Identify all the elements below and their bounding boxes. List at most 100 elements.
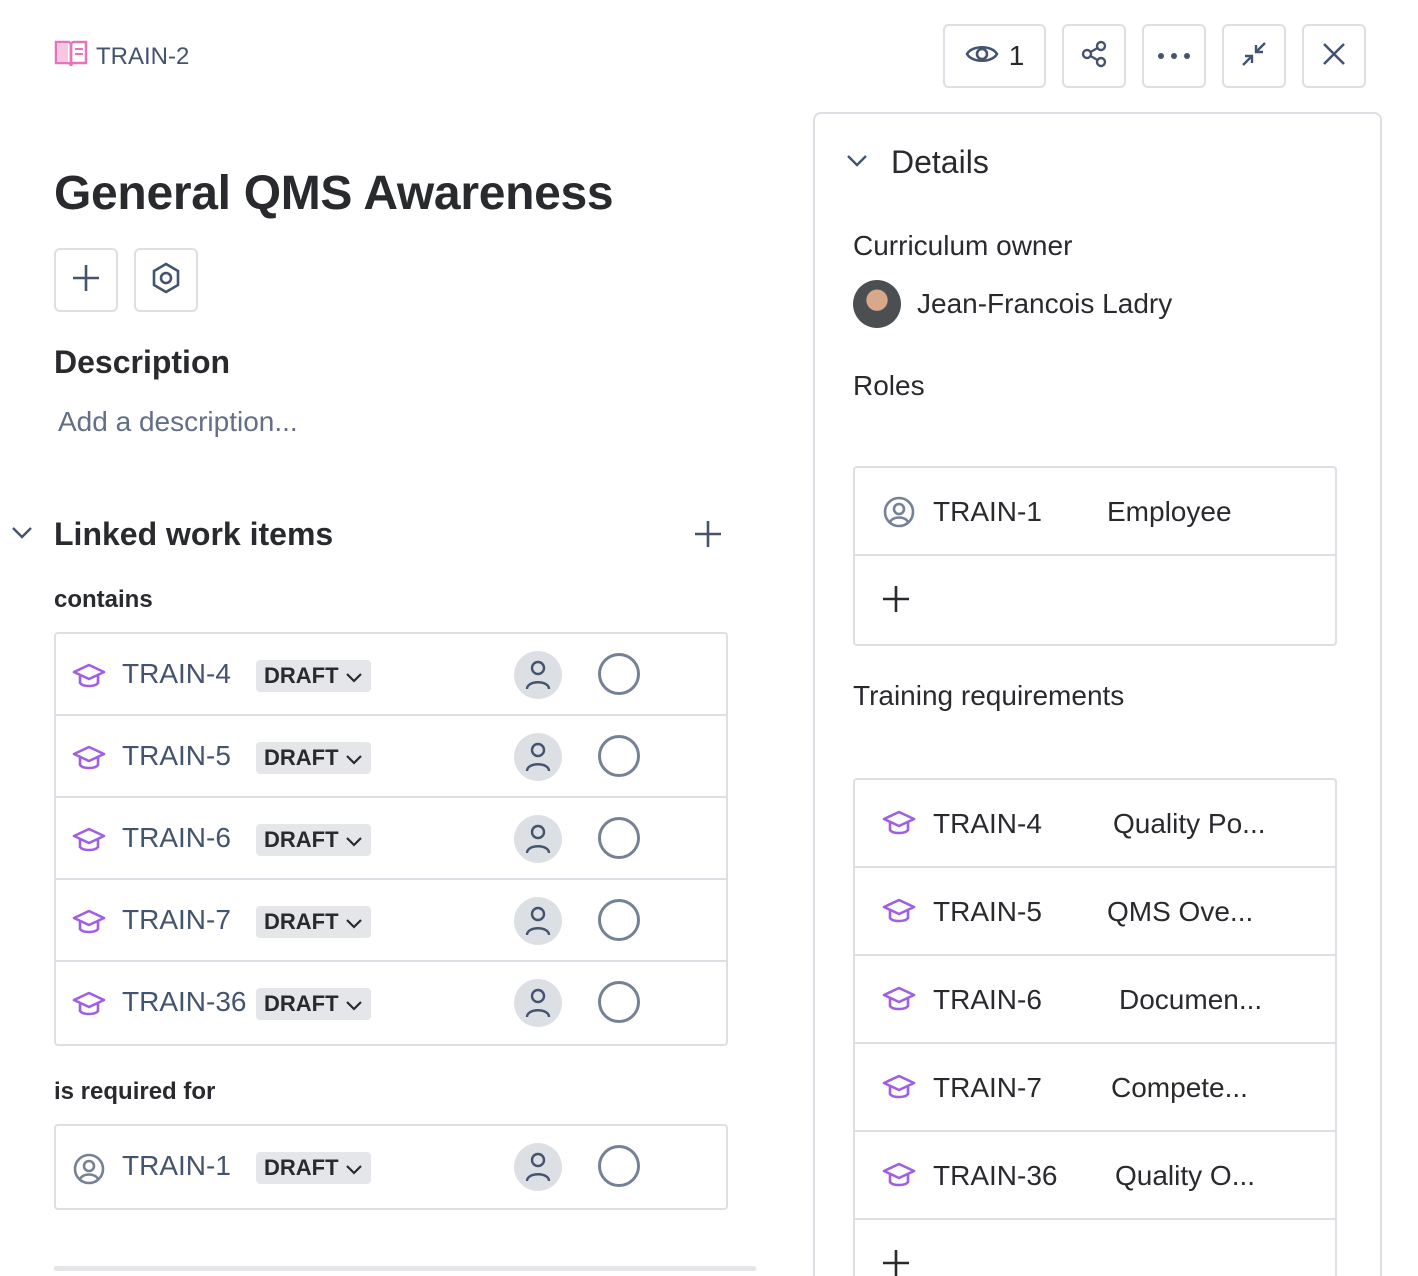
status-label: DRAFT <box>264 991 339 1016</box>
share-icon <box>1079 39 1109 74</box>
requirement-summary: Quality O... <box>1115 1160 1256 1191</box>
role-icon <box>881 494 917 530</box>
requirement-row[interactable]: TRAIN-36 Quality O... <box>855 1132 1335 1220</box>
status-circle-icon[interactable] <box>598 1145 640 1187</box>
assignee-avatar[interactable] <box>514 733 562 781</box>
linked-item-key[interactable]: TRAIN-36 <box>122 986 246 1018</box>
chevron-down-icon <box>345 827 363 853</box>
description-heading: Description <box>54 344 231 380</box>
linked-items-toggle[interactable]: Linked work items <box>10 516 333 553</box>
chevron-down-icon <box>345 1155 363 1181</box>
plus-icon <box>879 1246 913 1276</box>
more-actions-button[interactable] <box>1142 24 1206 88</box>
close-button[interactable] <box>1302 24 1366 88</box>
owner-label: Curriculum owner <box>853 230 1073 261</box>
requirement-key[interactable]: TRAIN-5 <box>933 896 1042 928</box>
requirement-row[interactable]: TRAIN-5 QMS Ove... <box>855 868 1335 956</box>
chevron-down-icon <box>345 745 363 771</box>
linked-item-key[interactable]: TRAIN-1 <box>122 1150 231 1182</box>
plus-icon <box>879 582 913 616</box>
required-for-list: TRAIN-1 DRAFT <box>54 1124 728 1210</box>
status-circle-icon[interactable] <box>598 981 640 1023</box>
linked-item-row[interactable]: TRAIN-7 DRAFT <box>56 880 726 962</box>
role-row[interactable]: TRAIN-1 Employee <box>855 468 1335 556</box>
requirement-key[interactable]: TRAIN-7 <box>933 1072 1042 1104</box>
status-dropdown[interactable]: DRAFT <box>256 742 371 774</box>
add-linked-item-button[interactable] <box>690 518 726 554</box>
add-button[interactable] <box>54 248 118 312</box>
share-button[interactable] <box>1062 24 1126 88</box>
assignee-avatar[interactable] <box>514 979 562 1027</box>
status-circle-icon[interactable] <box>598 899 640 941</box>
add-role-row[interactable] <box>855 556 1335 644</box>
chevron-down-icon <box>345 991 363 1017</box>
owner-field[interactable]: Jean-Francois Ladry <box>853 280 1172 328</box>
status-dropdown[interactable]: DRAFT <box>256 906 371 938</box>
status-circle-icon[interactable] <box>598 735 640 777</box>
chevron-down-icon <box>345 909 363 935</box>
status-circle-icon[interactable] <box>598 653 640 695</box>
role-key[interactable]: TRAIN-1 <box>933 496 1042 528</box>
requirement-key[interactable]: TRAIN-36 <box>933 1160 1057 1192</box>
role-icon <box>72 1152 106 1186</box>
roles-list: TRAIN-1 Employee <box>853 466 1337 646</box>
linked-item-key[interactable]: TRAIN-5 <box>122 740 231 772</box>
status-circle-icon[interactable] <box>598 817 640 859</box>
linked-items-heading: Linked work items <box>54 516 334 552</box>
hexagon-settings-icon <box>150 261 182 299</box>
linked-item-row[interactable]: TRAIN-4 DRAFT <box>56 634 726 716</box>
status-dropdown[interactable]: DRAFT <box>256 988 371 1020</box>
linked-item-row[interactable]: TRAIN-36 DRAFT <box>56 962 726 1044</box>
requirement-key[interactable]: TRAIN-6 <box>933 984 1042 1016</box>
roles-label: Roles <box>853 370 925 401</box>
status-label: DRAFT <box>264 1155 339 1180</box>
assignee-avatar[interactable] <box>514 897 562 945</box>
requirement-summary: Compete... <box>1111 1072 1248 1103</box>
status-dropdown[interactable]: DRAFT <box>256 1152 371 1184</box>
requirement-row[interactable]: TRAIN-4 Quality Po... <box>855 780 1335 868</box>
chevron-down-icon <box>845 148 869 177</box>
eye-icon <box>965 42 999 71</box>
status-label: DRAFT <box>264 663 339 688</box>
chevron-down-icon <box>345 663 363 689</box>
apps-button[interactable] <box>134 248 198 312</box>
status-dropdown[interactable]: DRAFT <box>256 824 371 856</box>
linked-item-row[interactable]: TRAIN-6 DRAFT <box>56 798 726 880</box>
linked-item-row[interactable]: TRAIN-5 DRAFT <box>56 716 726 798</box>
close-icon <box>1321 41 1347 72</box>
owner-name: Jean-Francois Ladry <box>917 288 1173 319</box>
linked-item-key[interactable]: TRAIN-6 <box>122 822 231 854</box>
training-icon <box>72 906 106 940</box>
status-dropdown[interactable]: DRAFT <box>256 660 371 692</box>
details-panel: Details Curriculum owner Jean-Francois L… <box>813 112 1382 1276</box>
assignee-avatar[interactable] <box>514 1143 562 1191</box>
details-toggle[interactable]: Details <box>845 144 989 181</box>
relation-label-required-for: is required for <box>54 1078 216 1105</box>
linked-item-key[interactable]: TRAIN-7 <box>122 904 231 936</box>
description-field[interactable]: Add a description... <box>58 406 298 438</box>
chevron-down-icon <box>10 520 34 549</box>
training-icon <box>881 1158 917 1194</box>
requirement-summary: Quality Po... <box>1113 808 1266 839</box>
linked-item-row[interactable]: TRAIN-1 DRAFT <box>56 1126 726 1208</box>
requirement-row[interactable]: TRAIN-7 Compete... <box>855 1044 1335 1132</box>
assignee-avatar[interactable] <box>514 651 562 699</box>
watch-button[interactable]: 1 <box>943 24 1046 88</box>
training-icon <box>72 824 106 858</box>
item-key-link[interactable]: TRAIN-2 <box>96 43 189 71</box>
add-requirement-row[interactable] <box>855 1220 1335 1276</box>
page-title[interactable]: General QMS Awareness <box>54 166 614 221</box>
requirement-key[interactable]: TRAIN-4 <box>933 808 1042 840</box>
plus-icon <box>693 519 723 554</box>
minimize-button[interactable] <box>1222 24 1286 88</box>
plus-icon <box>71 263 101 298</box>
status-label: DRAFT <box>264 909 339 934</box>
training-icon <box>72 742 106 776</box>
assignee-avatar[interactable] <box>514 815 562 863</box>
breadcrumb[interactable]: TRAIN-2 <box>54 38 189 75</box>
training-icon <box>881 894 917 930</box>
linked-item-key[interactable]: TRAIN-4 <box>122 658 231 690</box>
training-icon <box>72 988 106 1022</box>
training-icon <box>881 982 917 1018</box>
requirement-row[interactable]: TRAIN-6 Documen... <box>855 956 1335 1044</box>
